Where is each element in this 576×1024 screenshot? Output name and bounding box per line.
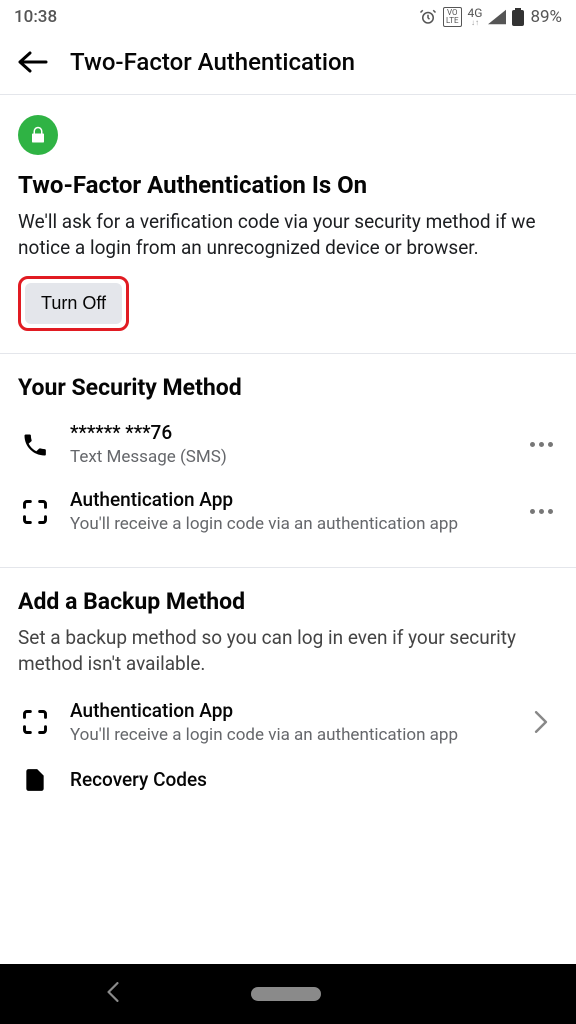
network-4g-icon: 4G↓↑ — [468, 8, 483, 26]
alarm-icon — [419, 8, 437, 26]
method-app-subtitle: You'll receive a login code via an authe… — [70, 513, 506, 535]
system-nav-bar — [0, 964, 576, 1024]
chevron-right-icon — [534, 711, 548, 733]
method-app-more[interactable] — [524, 509, 558, 514]
backup-section: Add a Backup Method Set a backup method … — [0, 568, 576, 815]
status-bar: 10:38 VOLTE 4G↓↑ 89% — [0, 0, 576, 34]
backup-row-codes[interactable]: Recovery Codes — [18, 756, 558, 794]
status-time: 10:38 — [14, 7, 57, 27]
backup-body: Set a backup method so you can log in ev… — [18, 625, 558, 676]
status-section: Two-Factor Authentication Is On We'll as… — [0, 95, 576, 354]
backup-row-app[interactable]: Authentication App You'll receive a logi… — [18, 689, 558, 756]
battery-icon — [512, 8, 524, 26]
signal-icon — [488, 9, 506, 25]
method-sms-more[interactable] — [524, 442, 558, 447]
nav-back-button[interactable] — [105, 982, 121, 1006]
turn-off-highlight: Turn Off — [18, 276, 129, 331]
qr-scan-icon — [21, 708, 49, 736]
page-title: Two-Factor Authentication — [70, 48, 355, 76]
more-dots-icon — [530, 509, 553, 514]
battery-percent: 89% — [530, 7, 562, 27]
lock-icon — [29, 126, 47, 144]
method-sms-title: ****** ***76 — [70, 421, 506, 444]
backup-app-chevron[interactable] — [524, 711, 558, 733]
back-arrow-icon[interactable] — [18, 51, 48, 73]
method-row-app[interactable]: Authentication App You'll receive a logi… — [18, 478, 558, 545]
backup-app-title: Authentication App — [70, 699, 506, 722]
backup-heading: Add a Backup Method — [18, 588, 558, 615]
lock-badge — [18, 115, 58, 155]
nav-home-pill[interactable] — [251, 987, 321, 1001]
status-right: VOLTE 4G↓↑ 89% — [419, 7, 562, 27]
security-heading: Your Security Method — [18, 374, 558, 401]
document-icon — [22, 766, 48, 794]
chevron-left-icon — [105, 982, 121, 1002]
status-heading: Two-Factor Authentication Is On — [18, 171, 558, 199]
volte-icon: VOLTE — [443, 7, 462, 27]
app-header: Two-Factor Authentication — [0, 34, 576, 95]
more-dots-icon — [530, 442, 553, 447]
qr-scan-icon — [21, 498, 49, 526]
security-method-section: Your Security Method ****** ***76 Text M… — [0, 354, 576, 568]
method-row-sms[interactable]: ****** ***76 Text Message (SMS) — [18, 411, 558, 478]
phone-icon — [21, 431, 49, 459]
backup-app-subtitle: You'll receive a login code via an authe… — [70, 724, 506, 746]
method-app-title: Authentication App — [70, 488, 506, 511]
status-body: We'll ask for a verification code via yo… — [18, 209, 558, 260]
backup-codes-title: Recovery Codes — [70, 768, 558, 791]
turn-off-button[interactable]: Turn Off — [25, 283, 122, 324]
method-sms-subtitle: Text Message (SMS) — [70, 446, 506, 468]
